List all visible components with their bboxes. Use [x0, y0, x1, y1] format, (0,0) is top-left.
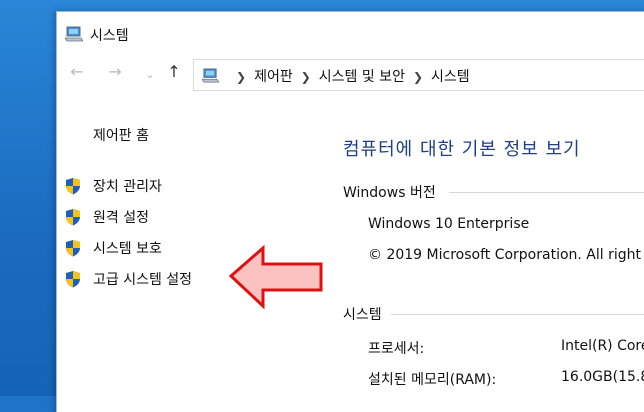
breadcrumb-system-security[interactable]: 시스템 및 보안 — [319, 69, 405, 85]
processor-label: 프로세서: — [368, 341, 425, 357]
section-divider — [391, 314, 644, 315]
window-title: 시스템 — [90, 28, 129, 44]
left-task-links: 장치 관리자 원격 설정 시스템 보호 고급 시스템 설정 — [65, 170, 192, 294]
page-title: 컴퓨터에 대한 기본 정보 보기 — [343, 139, 581, 160]
uac-shield-icon — [66, 239, 80, 256]
link-label: 고급 시스템 설정 — [93, 271, 193, 288]
address-bar[interactable]: ❯ 제어판 ❯ 시스템 및 보안 ❯ 시스템 — [193, 59, 644, 91]
arrow-right-icon[interactable]: → — [105, 62, 125, 81]
system-heading: 시스템 — [343, 307, 382, 323]
ram-label: 설치된 메모리(RAM): — [368, 372, 497, 388]
system-window: 시스템 ← → ⌄ ↑ ❯ 제어판 ❯ 시스템 및 보안 ❯ 시스템 제어판 홈 장치 관 — [56, 11, 644, 412]
pointer-arrow-annotation — [228, 244, 323, 310]
link-label: 원격 설정 — [93, 209, 149, 226]
chevron-down-icon[interactable]: ⌄ — [143, 68, 157, 81]
link-label: 시스템 보호 — [93, 240, 162, 257]
uac-shield-icon — [66, 177, 80, 194]
system-protection-link[interactable]: 시스템 보호 — [65, 232, 192, 263]
arrow-left-icon[interactable]: ← — [67, 62, 87, 81]
ram-value: 16.0GB(15.8 — [561, 369, 644, 385]
windows-edition-heading: Windows 버전 — [343, 185, 436, 201]
computer-icon — [202, 68, 219, 83]
remote-settings-link[interactable]: 원격 설정 — [65, 201, 192, 232]
control-panel-home-link[interactable]: 제어판 홈 — [93, 125, 149, 145]
title-bar[interactable]: 시스템 — [57, 12, 644, 52]
computer-icon — [65, 26, 83, 42]
chevron-right-icon[interactable]: ❯ — [405, 70, 431, 84]
advanced-system-settings-link[interactable]: 고급 시스템 설정 — [65, 263, 192, 294]
breadcrumb-control-panel[interactable]: 제어판 — [254, 69, 293, 85]
uac-shield-icon — [66, 208, 80, 225]
breadcrumb: ❯ 제어판 ❯ 시스템 및 보안 ❯ 시스템 — [228, 66, 470, 86]
processor-value: Intel(R) Core — [561, 338, 644, 354]
uac-shield-icon — [66, 270, 80, 287]
arrow-up-icon[interactable]: ↑ — [164, 62, 184, 81]
chevron-right-icon[interactable]: ❯ — [293, 70, 319, 84]
chevron-right-icon[interactable]: ❯ — [228, 70, 254, 84]
section-divider — [449, 192, 644, 193]
device-manager-link[interactable]: 장치 관리자 — [65, 170, 192, 201]
navigation-bar: ← → ⌄ ↑ ❯ 제어판 ❯ 시스템 및 보안 ❯ 시스템 — [57, 56, 644, 96]
windows-edition-value: Windows 10 Enterprise — [368, 216, 530, 232]
breadcrumb-system[interactable]: 시스템 — [431, 69, 470, 85]
link-label: 장치 관리자 — [93, 178, 162, 195]
copyright-text: © 2019 Microsoft Corporation. All right — [368, 247, 641, 263]
